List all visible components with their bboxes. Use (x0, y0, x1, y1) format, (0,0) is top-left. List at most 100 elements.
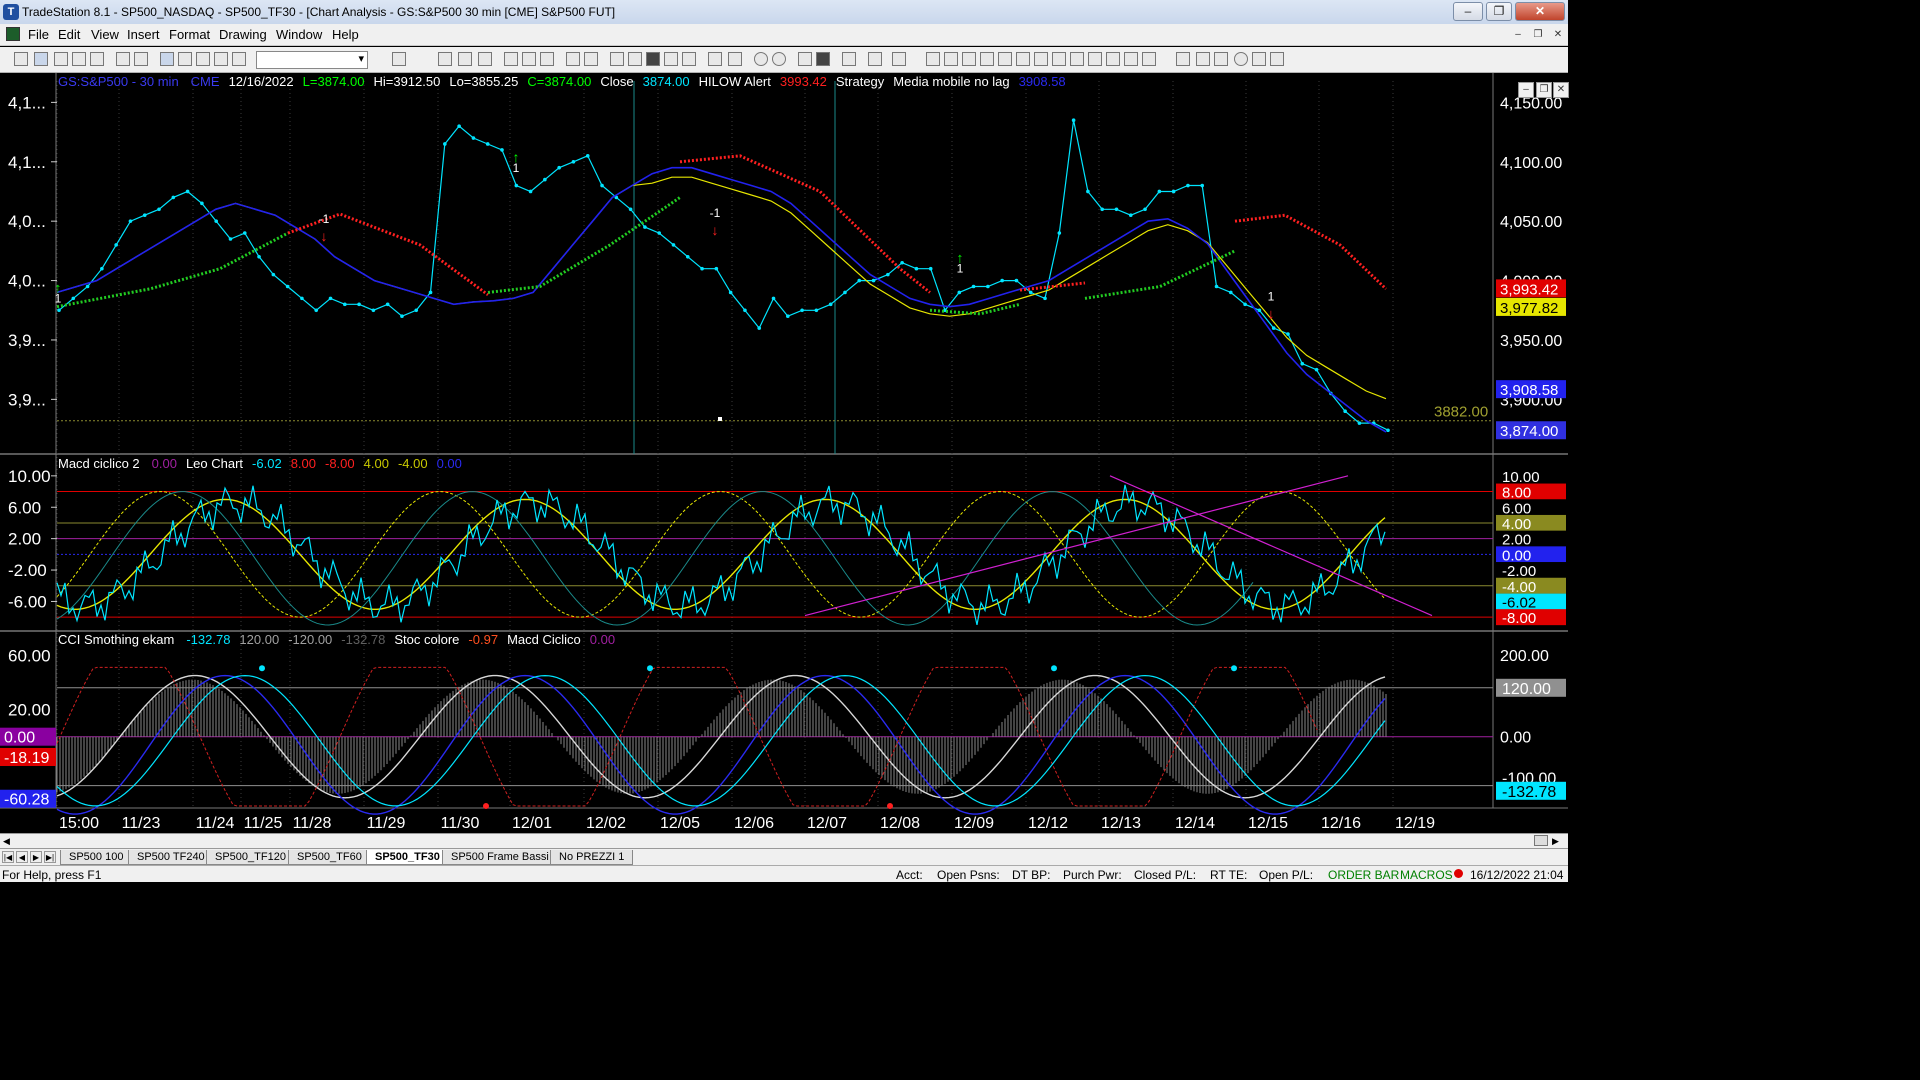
menu-drawing[interactable]: Drawing (219, 27, 267, 42)
hotlist-icon[interactable] (522, 52, 536, 66)
tab-prev-icon[interactable]: ◀ (16, 851, 28, 863)
tab-no-prezzi-1[interactable]: No PREZZI 1 (550, 850, 634, 865)
workspace-select[interactable] (256, 51, 368, 69)
channel-icon[interactable] (1106, 52, 1120, 66)
indicator-icon[interactable] (868, 52, 882, 66)
lock-icon[interactable] (196, 52, 210, 66)
trendline-icon[interactable] (926, 52, 940, 66)
tab-sp500-tf30[interactable]: SP500_TF30 (366, 850, 449, 865)
tab-first-icon[interactable]: |◀ (2, 851, 14, 863)
panel-restore-icon[interactable]: ❐ (1536, 82, 1552, 98)
save-icon[interactable] (72, 52, 86, 66)
arc-icon[interactable] (1124, 52, 1138, 66)
tab-last-icon[interactable]: ▶| (44, 851, 56, 863)
mdi-restore-icon[interactable]: ❐ (1530, 27, 1546, 43)
header-item: -120.00 (288, 632, 333, 647)
print-icon[interactable] (134, 52, 148, 66)
horizontal-scrollbar[interactable]: ◀ ▶ (0, 833, 1568, 848)
zoom-find-icon[interactable] (392, 52, 406, 66)
panel-close-icon[interactable]: ✕ (1553, 82, 1569, 98)
status-order-bar[interactable]: ORDER BAR (1328, 867, 1399, 883)
radar-icon[interactable] (458, 52, 472, 66)
close-point (1343, 409, 1347, 414)
close-point (514, 183, 519, 188)
tab-sp500-100[interactable]: SP500 100 (60, 850, 133, 865)
up-arrow-icon[interactable] (1214, 52, 1228, 66)
save-all-icon[interactable] (90, 52, 104, 66)
panel-minimize-icon[interactable]: – (1518, 82, 1534, 98)
menu-view[interactable]: View (91, 27, 119, 42)
pointer-icon[interactable] (798, 52, 812, 66)
new-icon[interactable] (14, 52, 28, 66)
status-open-psns: Open Psns: (937, 868, 1000, 882)
curve-icon[interactable] (1176, 52, 1190, 66)
candle-icon[interactable] (646, 52, 660, 66)
horizontal-line-icon[interactable] (962, 52, 976, 66)
mdi-close-icon[interactable]: ✕ (1550, 27, 1566, 43)
matrix-icon[interactable] (478, 52, 492, 66)
zoom-in-icon[interactable] (754, 52, 768, 66)
chart-svg[interactable]: 15:00 11/23 11/24 11/25 11/28 11/29 11/30 12/01… (0, 73, 1568, 833)
bar-chart-icon[interactable] (610, 52, 624, 66)
copy-icon[interactable] (178, 52, 192, 66)
expand-icon[interactable] (708, 52, 722, 66)
alert-icon[interactable] (892, 52, 906, 66)
mdi-minimize-icon[interactable]: – (1510, 27, 1526, 43)
offset-icon[interactable] (1088, 52, 1102, 66)
tab-next-icon[interactable]: ▶ (30, 851, 42, 863)
scroll-right-icon[interactable]: ▶ (1552, 836, 1559, 847)
rectangle-icon[interactable] (1252, 52, 1266, 66)
chart-window-icon[interactable] (438, 52, 452, 66)
tab-sp500-tf120[interactable]: SP500_TF120 (206, 850, 295, 865)
menu-edit[interactable]: Edit (58, 27, 80, 42)
down-arrow-icon[interactable] (1196, 52, 1210, 66)
fibonacci-icon[interactable] (1016, 52, 1030, 66)
scroll-left-icon[interactable]: ◀ (3, 836, 10, 847)
paste-icon[interactable] (214, 52, 228, 66)
menu-help[interactable]: Help (332, 27, 359, 42)
minimize-button[interactable]: – (1453, 2, 1483, 21)
print-preview-icon[interactable] (116, 52, 130, 66)
crosshair-icon[interactable] (816, 52, 830, 66)
strategy-icon[interactable] (584, 52, 598, 66)
cci-y-tick-label-right: 200.00 (1500, 648, 1549, 665)
tools-icon[interactable] (842, 52, 856, 66)
open-workspace-icon[interactable] (54, 52, 68, 66)
volume-icon[interactable] (682, 52, 696, 66)
menu-insert[interactable]: Insert (127, 27, 160, 42)
close-point (600, 183, 604, 188)
menu-window[interactable]: Window (276, 27, 322, 42)
menu-format[interactable]: Format (169, 27, 210, 42)
cci-left-badge-label: -18.19 (4, 750, 49, 767)
retracement-icon[interactable] (980, 52, 994, 66)
status-acct: Acct: (896, 868, 923, 882)
pencil-icon[interactable] (1142, 52, 1156, 66)
menu-file[interactable]: File (28, 27, 49, 42)
format-icon[interactable] (232, 52, 246, 66)
andrews-pitchfork-icon[interactable] (998, 52, 1012, 66)
zoom-out-icon[interactable] (772, 52, 786, 66)
tab-sp500-tf60[interactable]: SP500_TF60 (288, 850, 371, 865)
scroll-thumb[interactable] (1534, 835, 1548, 846)
portfolio-icon[interactable] (566, 52, 580, 66)
buy-arrow-icon: ↑ (957, 250, 964, 266)
speed-lines-icon[interactable] (1034, 52, 1048, 66)
tab-sp500-frame-bassi[interactable]: SP500 Frame Bassi (442, 850, 558, 865)
text-icon[interactable] (1270, 52, 1284, 66)
scanner-icon[interactable] (504, 52, 518, 66)
compress-icon[interactable] (728, 52, 742, 66)
vertical-line-icon[interactable] (944, 52, 958, 66)
cut-icon[interactable] (160, 52, 174, 66)
open-icon[interactable] (34, 52, 48, 66)
close-button[interactable]: ✕ (1515, 2, 1565, 21)
regression-icon[interactable] (1070, 52, 1084, 66)
restore-button[interactable]: ❐ (1486, 2, 1512, 21)
ellipse-icon[interactable] (1234, 52, 1248, 66)
point-figure-icon[interactable] (664, 52, 678, 66)
options-icon[interactable] (540, 52, 554, 66)
line-chart-icon[interactable] (628, 52, 642, 66)
tab-sp500-tf240[interactable]: SP500 TF240 (128, 850, 214, 865)
gann-fan-icon[interactable] (1052, 52, 1066, 66)
chart-area[interactable]: 15:00 11/23 11/24 11/25 11/28 11/29 11/30 12/01… (0, 73, 1569, 833)
status-macros[interactable]: MACROS (1400, 867, 1453, 883)
